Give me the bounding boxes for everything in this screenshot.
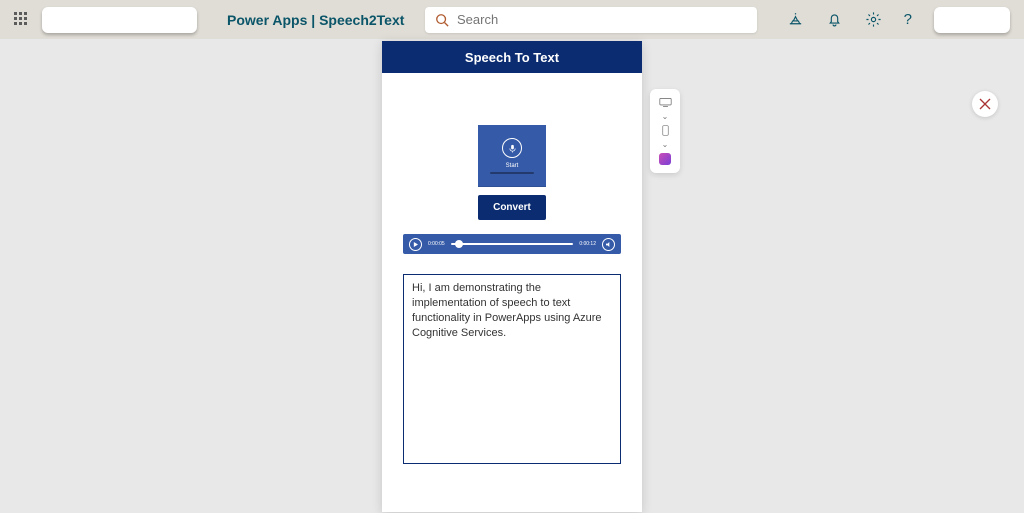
device-preview-panel: ⌄ ⌄	[650, 89, 680, 173]
search-icon	[435, 13, 449, 27]
help-icon[interactable]: ?	[904, 11, 912, 28]
chevron-down-icon[interactable]: ⌄	[662, 112, 669, 121]
close-preview-button[interactable]	[972, 91, 998, 117]
app-launcher-icon[interactable]	[14, 12, 30, 28]
volume-icon	[606, 242, 611, 247]
record-level-bar	[490, 172, 534, 174]
record-button[interactable]	[502, 138, 522, 158]
phone-preview: Speech To Text Start Convert 0:00:05 0:0…	[382, 41, 642, 512]
seek-track[interactable]	[451, 243, 574, 245]
record-label: Start	[506, 163, 519, 169]
convert-button[interactable]: Convert	[478, 195, 546, 220]
close-icon	[979, 98, 991, 110]
microphone-icon	[508, 144, 517, 153]
search-input[interactable]	[457, 12, 747, 27]
app-breadcrumb: Power Apps | Speech2Text	[227, 12, 404, 28]
time-current: 0:00:05	[428, 241, 445, 247]
microphone-card: Start	[478, 125, 546, 187]
seek-thumb[interactable]	[455, 240, 463, 248]
notifications-icon[interactable]	[826, 11, 843, 28]
environment-selector[interactable]	[42, 7, 197, 33]
tablet-icon[interactable]	[659, 153, 671, 165]
monitor-icon[interactable]	[659, 97, 672, 108]
time-total: 0:00:12	[579, 241, 596, 247]
user-avatar[interactable]	[934, 7, 1010, 33]
settings-icon[interactable]	[865, 11, 882, 28]
volume-button[interactable]	[602, 238, 615, 251]
play-icon	[413, 242, 418, 247]
phone-icon[interactable]	[659, 125, 672, 136]
topbar: Power Apps | Speech2Text ?	[0, 0, 1024, 39]
search-box[interactable]	[425, 7, 757, 33]
play-button[interactable]	[409, 238, 422, 251]
preview-canvas: Speech To Text Start Convert 0:00:05 0:0…	[0, 39, 1024, 513]
environments-icon[interactable]	[787, 11, 804, 28]
chevron-down-icon-2[interactable]: ⌄	[662, 140, 669, 149]
header-actions: ?	[787, 7, 1010, 33]
transcript-output[interactable]: Hi, I am demonstrating the implementatio…	[403, 274, 621, 464]
app-title-bar: Speech To Text	[382, 41, 642, 73]
audio-player: 0:00:05 0:00:12	[403, 234, 621, 254]
